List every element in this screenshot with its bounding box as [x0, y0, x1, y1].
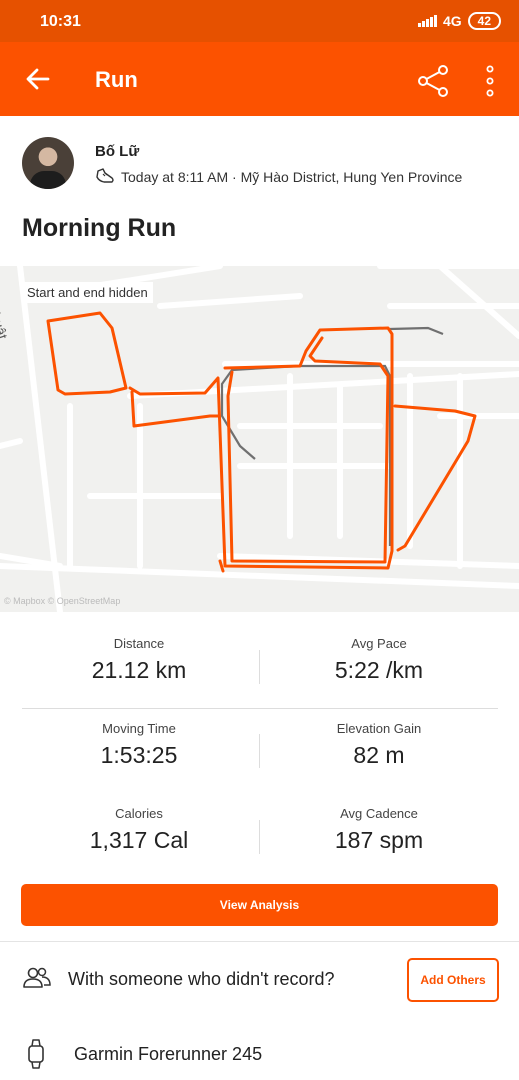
- stat-value: 82 m: [353, 742, 405, 768]
- map-canvas: [0, 266, 519, 612]
- stat-value: 5:22 /km: [334, 657, 424, 683]
- device-name: Garmin Forerunner 245: [74, 1044, 263, 1064]
- stat-label: Moving Time: [102, 721, 176, 736]
- stat-value: 1:53:25: [100, 742, 178, 768]
- stat-label: Avg Cadence: [340, 806, 418, 821]
- stat-moving-time: Moving Time 1:53:25: [19, 721, 259, 769]
- network-type: 4G: [442, 13, 462, 29]
- page-title: Run: [95, 67, 138, 92]
- stat-elevation-gain: Elevation Gain 82 m: [259, 721, 499, 769]
- stat-calories: Calories 1,317 Cal: [19, 806, 259, 854]
- stat-avg-pace: Avg Pace 5:22 /km: [259, 636, 499, 684]
- stat-label: Avg Pace: [351, 636, 407, 651]
- shoe-icon: [96, 168, 114, 183]
- watch-icon: [28, 1039, 44, 1069]
- app-bar: Run: [0, 42, 519, 116]
- status-time: 10:31: [40, 13, 81, 30]
- divider: [22, 708, 498, 709]
- activity-title: Morning Run: [22, 214, 177, 242]
- map-attribution[interactable]: © Mapbox © OpenStreetMap: [4, 596, 120, 606]
- stat-avg-cadence: Avg Cadence 187 spm: [259, 806, 499, 854]
- stat-label: Distance: [113, 636, 165, 651]
- share-icon[interactable]: [416, 64, 450, 98]
- with-others-text: With someone who didn't record?: [68, 969, 335, 989]
- group-icon: [23, 967, 51, 988]
- route-map[interactable]: Start and end hidden ên Thuật © Mapbox ©…: [0, 266, 519, 612]
- athlete-header: Bố Lữ Today at 8:11 AM · Mỹ Hào District…: [0, 117, 519, 207]
- divider: [259, 734, 260, 768]
- stat-label: Elevation Gain: [336, 721, 422, 736]
- stat-value: 187 spm: [334, 827, 424, 853]
- avatar[interactable]: [22, 137, 74, 189]
- section-divider: [0, 941, 519, 942]
- battery-icon: 42: [467, 12, 501, 30]
- stat-value: 21.12 km: [91, 657, 187, 683]
- stat-distance: Distance 21.12 km: [19, 636, 259, 684]
- privacy-label: Start and end hidden: [22, 282, 153, 303]
- signal-icon: [417, 15, 437, 27]
- activity-meta: Today at 8:11 AM · Mỹ Hào District, Hung…: [95, 168, 462, 186]
- arrow-left-icon[interactable]: [24, 65, 52, 93]
- athlete-name[interactable]: Bố Lữ: [95, 143, 139, 160]
- status-bar: 10:31 4G 42: [0, 0, 519, 42]
- view-analysis-button[interactable]: View Analysis: [21, 884, 498, 926]
- divider: [259, 650, 260, 684]
- stat-label: Calories: [115, 806, 163, 821]
- divider: [259, 820, 260, 854]
- activity-meta-text: Today at 8:11 AM · Mỹ Hào District, Hung…: [121, 169, 463, 185]
- with-others-row: With someone who didn't record? Add Othe…: [0, 952, 519, 1008]
- more-vertical-icon[interactable]: [483, 64, 497, 98]
- stat-value: 1,317 Cal: [89, 827, 189, 853]
- status-indicators: 4G 42: [417, 12, 501, 30]
- add-others-button[interactable]: Add Others: [407, 958, 499, 1002]
- device-row: Garmin Forerunner 245: [0, 1030, 519, 1080]
